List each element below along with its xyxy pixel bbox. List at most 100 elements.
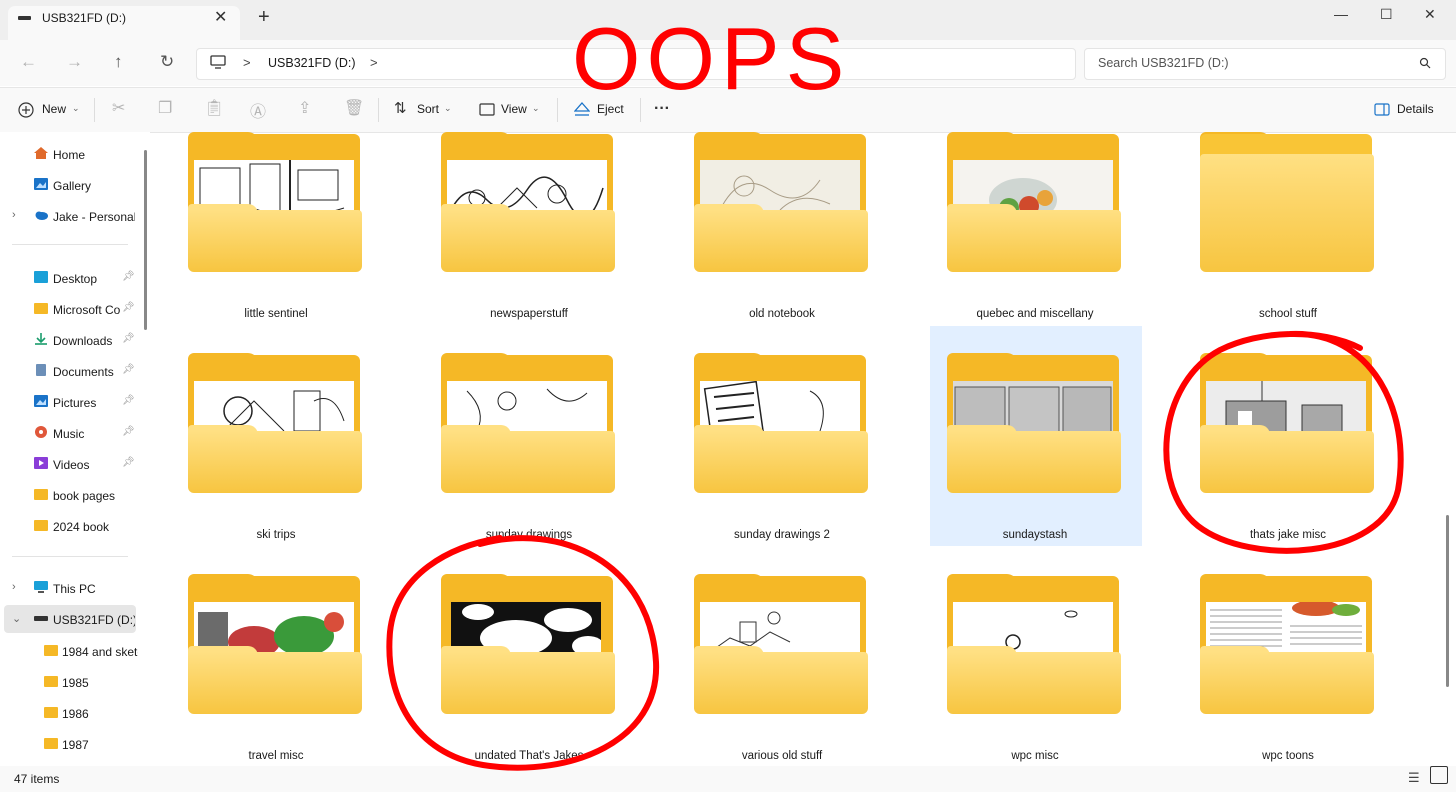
folder-tile[interactable]: old notebook (682, 132, 868, 354)
sidebar-item-label: 2024 book (53, 520, 110, 534)
sidebar-item-microsoft[interactable]: Microsoft Co 📌︎ (0, 295, 142, 323)
breadcrumb-separator[interactable]: > (370, 55, 378, 70)
sidebar-item-usb-drive[interactable]: ⌄ USB321FD (D:) (4, 605, 136, 633)
sidebar-item-label: This PC (53, 582, 96, 596)
refresh-button[interactable]: ↻ (160, 52, 174, 72)
sidebar-item-1984[interactable]: 1984 and sketc (0, 637, 142, 665)
sidebar-scrollbar[interactable] (144, 150, 147, 330)
folder-name: wpc misc (1011, 750, 1059, 762)
share-icon[interactable]: ⇪ (298, 98, 311, 118)
breadcrumb-separator: > (243, 55, 251, 70)
sidebar-item-this-pc[interactable]: › This PC (0, 574, 142, 602)
rename-icon[interactable]: Ⓐ (250, 98, 266, 122)
details-button[interactable]: Details (1397, 102, 1434, 116)
separator (94, 98, 95, 122)
folder-tile[interactable]: sundaystash (935, 353, 1121, 575)
folder-name: newspaperstuff (490, 308, 568, 320)
drive-icon (34, 616, 48, 621)
chevron-down-icon[interactable]: ⌄ (12, 612, 21, 625)
breadcrumb-drive[interactable]: USB321FD (D:) (268, 56, 356, 70)
sidebar-divider (12, 556, 128, 557)
sidebar-item-pictures[interactable]: Pictures 📌︎ (0, 388, 142, 416)
tab-close-button[interactable]: ✕ (214, 7, 227, 27)
chevron-right-icon[interactable]: › (12, 581, 16, 593)
delete-icon[interactable]: 🗑︎ (344, 98, 364, 118)
folder-name: sundaystash (1002, 529, 1068, 541)
back-button[interactable]: ← (20, 52, 37, 72)
folder-icon (34, 489, 48, 500)
status-bar (0, 766, 1456, 792)
paste-icon[interactable]: 📋︎ (204, 98, 224, 118)
separator (557, 98, 558, 122)
folder-tile[interactable]: quebec and miscellany (935, 132, 1121, 354)
view-button[interactable]: View (501, 102, 527, 116)
tab-title: USB321FD (D:) (42, 11, 127, 25)
sidebar-item-label: Gallery (53, 179, 92, 193)
chevron-right-icon[interactable]: › (12, 209, 16, 221)
copy-icon[interactable]: ❐ (158, 98, 172, 118)
chevron-down-icon: ⌄ (444, 103, 452, 113)
document-icon (36, 364, 46, 376)
sort-icon: ⇅ (394, 100, 407, 117)
maximize-button[interactable]: ☐ (1380, 6, 1393, 23)
new-tab-button[interactable]: + (258, 6, 270, 29)
details-view-icon[interactable]: ☰ (1408, 770, 1420, 786)
content-scrollbar[interactable] (1446, 515, 1449, 687)
sidebar-item-desktop[interactable]: Desktop 📌︎ (0, 264, 142, 292)
sidebar-item-documents[interactable]: Documents 📌︎ (0, 357, 142, 385)
home-icon (34, 147, 48, 159)
folder-tile[interactable]: various old stuff (682, 574, 868, 796)
sidebar-divider (12, 244, 128, 245)
pin-icon: 📌︎ (122, 426, 135, 437)
view-icon (479, 103, 495, 116)
computer-icon (34, 581, 48, 593)
sidebar-item-onedrive[interactable]: › Jake - Personal (0, 202, 142, 230)
sidebar-item-book-pages[interactable]: book pages (0, 481, 142, 509)
folder-name: school stuff (1259, 308, 1317, 320)
sidebar-item-label: book pages (53, 489, 116, 503)
folder-tile[interactable]: wpc toons (1188, 574, 1374, 796)
folder-tile[interactable]: travel misc (176, 574, 362, 796)
folder-tile[interactable]: newspaperstuff (429, 132, 615, 354)
sidebar-item-1986[interactable]: 1986 (0, 699, 142, 727)
sidebar-item-label: Home (53, 148, 86, 162)
sidebar-item-2024-book[interactable]: 2024 book (0, 512, 142, 540)
folder-tile[interactable]: ski trips (176, 353, 362, 575)
sidebar-item-label: 1984 and sketc (62, 645, 138, 659)
sidebar-item-label: 1985 (62, 676, 89, 690)
sort-button[interactable]: Sort (417, 102, 439, 116)
folder-name: little sentinel (244, 308, 308, 320)
folder-tile[interactable]: wpc misc (935, 574, 1121, 796)
up-button[interactable]: ↑ (114, 52, 123, 72)
sidebar-item-label: Jake - Personal (53, 210, 135, 224)
folder-name: various old stuff (741, 750, 823, 762)
sidebar-item-videos[interactable]: Videos 📌︎ (0, 450, 142, 478)
folder-name: travel misc (248, 750, 304, 762)
search-icon (1419, 57, 1431, 69)
sidebar-item-home[interactable]: Home (0, 140, 142, 168)
sidebar-item-gallery[interactable]: Gallery (0, 171, 142, 199)
minimize-button[interactable]: — (1334, 6, 1348, 22)
pin-icon: 📌︎ (122, 302, 135, 313)
folder-tile[interactable]: sunday drawings 2 (682, 353, 868, 575)
sidebar-item-1985[interactable]: 1985 (0, 668, 142, 696)
details-pane-icon (1374, 103, 1390, 116)
sidebar-item-music[interactable]: Music 📌︎ (0, 419, 142, 447)
forward-button[interactable]: → (66, 52, 83, 72)
chevron-down-icon: ⌄ (532, 103, 540, 113)
folder-name: sunday drawings 2 (734, 529, 830, 541)
folder-name: old notebook (749, 308, 815, 320)
new-button[interactable]: New (42, 102, 66, 116)
close-window-button[interactable]: ✕ (1424, 6, 1436, 23)
sidebar-item-label: USB321FD (D:) (53, 613, 135, 627)
folder-tile[interactable]: little sentinel (176, 132, 362, 354)
pictures-icon (34, 395, 48, 407)
tiles-view-icon[interactable] (1430, 766, 1448, 784)
pin-icon: 📌︎ (122, 271, 135, 282)
red-circle-annotation (386, 535, 660, 771)
sidebar-item-downloads[interactable]: Downloads 📌︎ (0, 326, 142, 354)
oops-annotation: OOPS (572, 9, 902, 108)
folder-icon (44, 707, 58, 718)
cut-icon[interactable]: ✂ (112, 98, 125, 118)
sidebar-item-1987[interactable]: 1987 (0, 730, 142, 758)
